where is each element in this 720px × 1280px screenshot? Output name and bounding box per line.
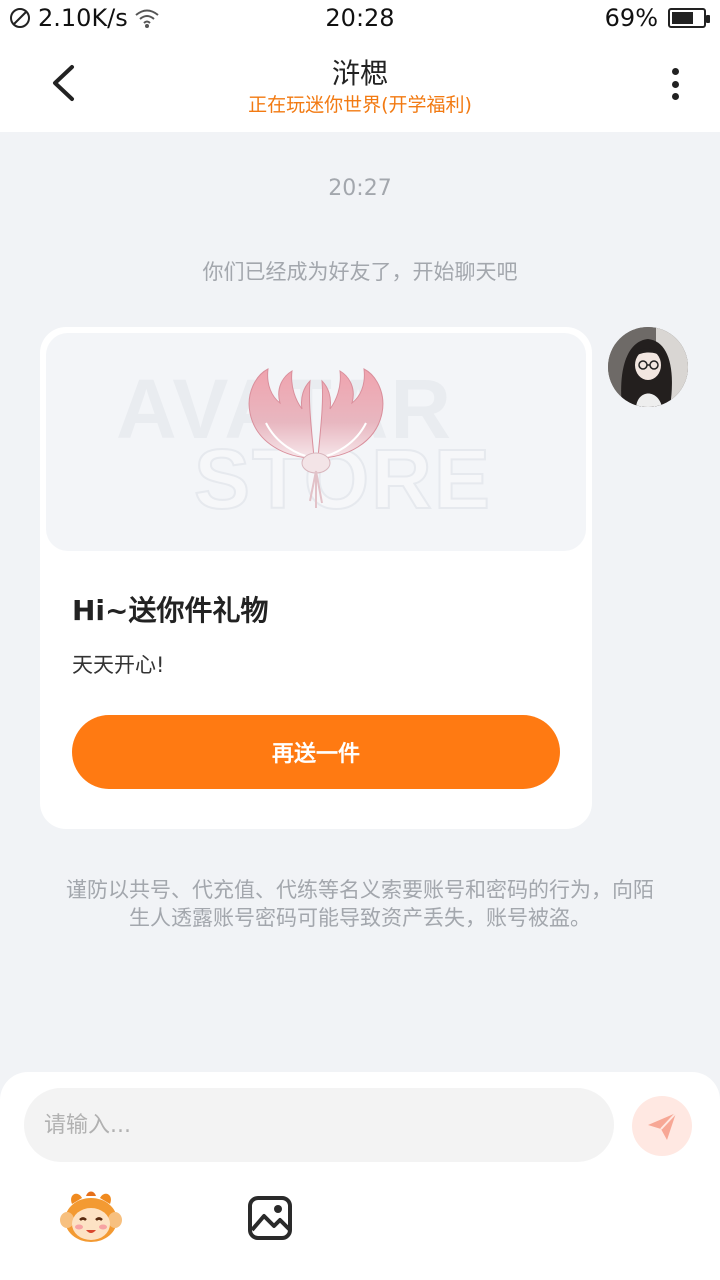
gift-description: 天天开心! [72, 653, 165, 677]
emoji-button[interactable] [58, 1190, 124, 1246]
message-timestamp: 20:27 [328, 176, 392, 201]
battery-icon [668, 8, 710, 28]
message-input-bar [0, 1072, 720, 1280]
avatar[interactable] [608, 327, 688, 407]
wings-gift-icon [248, 368, 384, 508]
chat-header: 浒楒 正在玩迷你世界(开学福利) [0, 38, 720, 132]
battery-level [672, 12, 693, 24]
status-bar: 2.10K/s 20:28 69% [0, 0, 720, 38]
more-options-button[interactable] [660, 62, 690, 106]
gift-message-card[interactable]: AVATAR STORE Hi~送你件礼物 天天开心! 再送 [40, 327, 592, 829]
more-dot [671, 80, 679, 88]
more-dot [671, 93, 679, 100]
user-avatar-image [608, 327, 688, 407]
gift-image[interactable]: AVATAR STORE [46, 333, 586, 551]
status-right: 69% [604, 4, 710, 32]
emoji-face-icon [60, 1191, 122, 1242]
resend-gift-button[interactable]: 再送一件 [72, 715, 560, 789]
chat-area[interactable]: 20:27 你们已经成为好友了，开始聊天吧 AVATAR STORE [0, 132, 720, 1072]
battery-percent: 69% [604, 4, 658, 32]
security-warning: 谨防以共号、代充值、代练等名义索要账号和密码的行为，向陌生人透露账号密码可能导致… [66, 878, 654, 930]
send-icon [648, 1112, 677, 1140]
message-input[interactable] [24, 1088, 614, 1162]
image-icon [248, 1196, 292, 1240]
gift-title: Hi~送你件礼物 [72, 594, 269, 627]
contact-status: 正在玩迷你世界(开学福利) [248, 94, 472, 116]
more-vertical-icon [671, 68, 679, 75]
system-message: 你们已经成为好友了，开始聊天吧 [202, 260, 518, 284]
send-button[interactable] [632, 1096, 692, 1156]
contact-name: 浒楒 [331, 57, 388, 90]
image-button[interactable] [246, 1194, 294, 1242]
